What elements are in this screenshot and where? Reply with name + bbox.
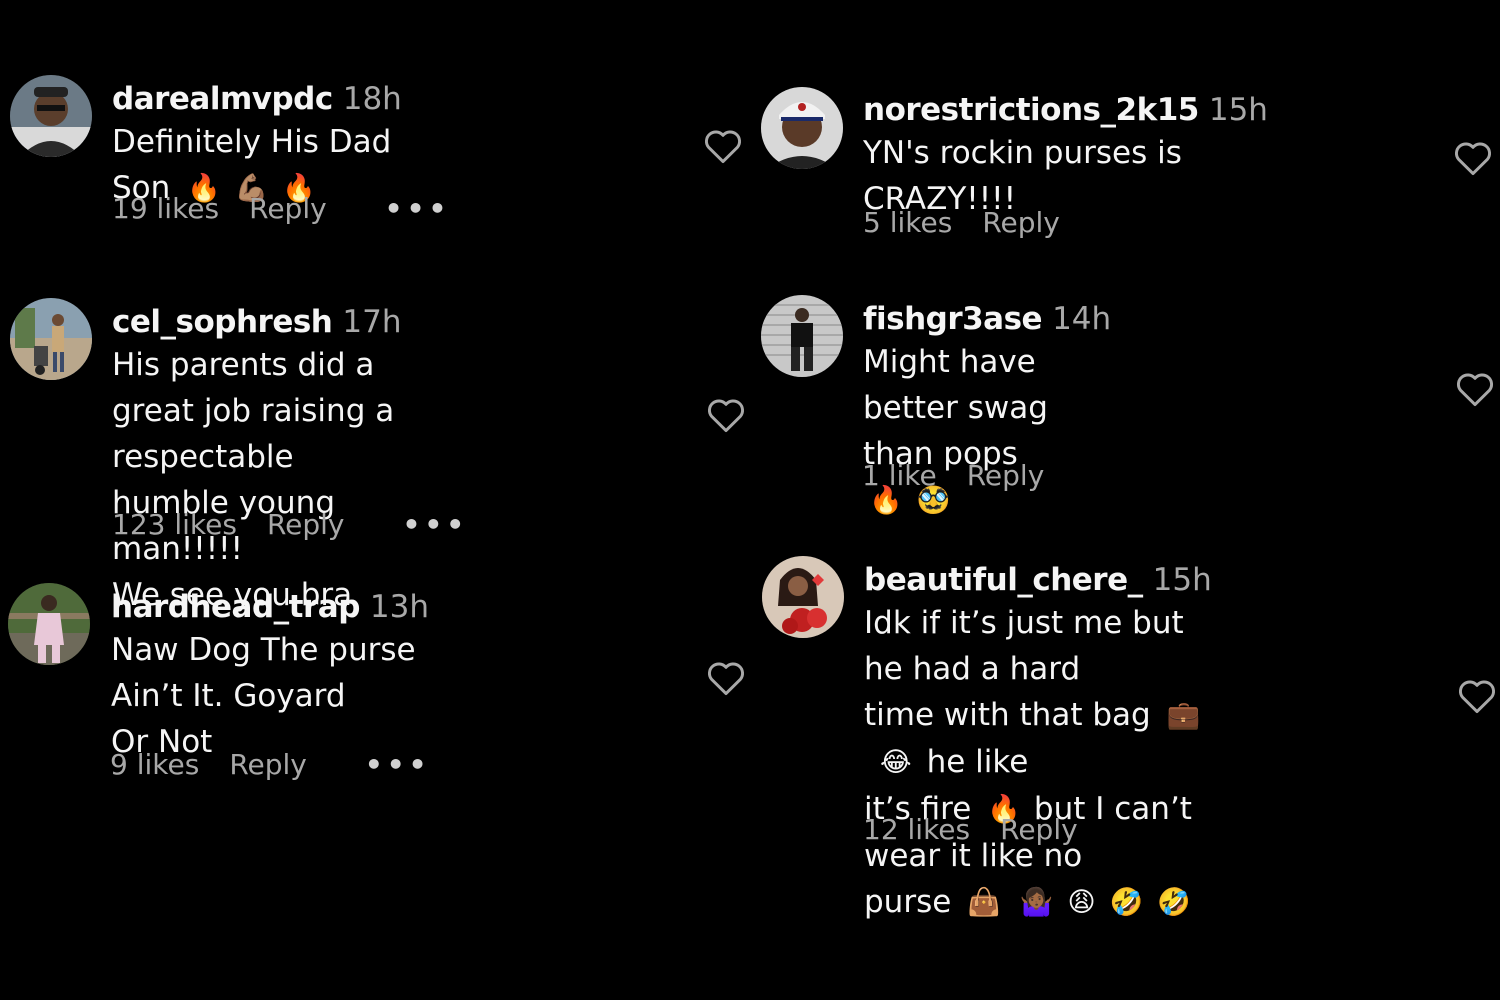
weary-face-emoji: 😩 bbox=[1067, 887, 1096, 918]
heart-outline-icon[interactable] bbox=[1455, 371, 1495, 407]
comment-text: Naw Dog The purse Ain’t It. Goyard Or No… bbox=[111, 627, 429, 765]
comment-meta: 12 likes Reply bbox=[863, 816, 1078, 844]
username[interactable]: hardhead_trap bbox=[111, 589, 360, 625]
comment-text-line: His parents did a great job raising a bbox=[112, 347, 395, 429]
comment-text-line: Idk if it’s just me but he had a hard bbox=[864, 605, 1184, 687]
comment-body: norestrictions_2k15 15h YN's rockin purse… bbox=[863, 95, 1268, 222]
more-options-button[interactable]: ••• bbox=[365, 748, 431, 781]
likes-count[interactable]: 12 likes bbox=[863, 813, 970, 846]
comment-text-line: respectable humble young man!!!!! bbox=[112, 439, 335, 567]
comment-header: norestrictions_2k15 15h bbox=[863, 95, 1268, 126]
heart-outline-icon[interactable] bbox=[703, 128, 743, 164]
avatar[interactable] bbox=[10, 75, 92, 157]
comment-text-segment: purse bbox=[864, 884, 952, 920]
rolling-laughing-emoji: 🤣 bbox=[1109, 887, 1144, 918]
avatar[interactable] bbox=[761, 295, 843, 377]
avatar[interactable] bbox=[10, 298, 92, 380]
timestamp: 18h bbox=[342, 81, 402, 117]
comment-text-segment: time with that bag bbox=[864, 697, 1151, 733]
avatar[interactable] bbox=[8, 583, 90, 665]
username[interactable]: cel_sophresh bbox=[112, 304, 333, 340]
comment-header: hardhead_trap 13h bbox=[111, 592, 429, 623]
comment-text: Might have better swag than pops 🔥 🥸 bbox=[863, 339, 1111, 524]
comment-text: His parents did a great job raising a re… bbox=[112, 342, 401, 618]
comment-text-line: time with that bag 💼 😂 he like bbox=[864, 692, 1212, 786]
likes-count[interactable]: 1 like bbox=[862, 459, 937, 492]
comment-text-line: Might have better swag than pops bbox=[863, 344, 1048, 472]
reply-button[interactable]: Reply bbox=[1000, 813, 1078, 846]
comment-header: fishgr3ase 14h bbox=[863, 304, 1111, 335]
comment-header: beautiful_chere_ 15h bbox=[864, 565, 1212, 596]
comment-meta: 19 likes Reply ••• bbox=[112, 195, 450, 223]
reply-button[interactable]: Reply bbox=[267, 508, 345, 541]
comment-text-segment: he like bbox=[926, 744, 1029, 780]
timestamp: 14h bbox=[1052, 301, 1112, 337]
timestamp: 17h bbox=[342, 304, 402, 340]
timestamp: 15h bbox=[1152, 562, 1212, 598]
likes-count[interactable]: 19 likes bbox=[112, 192, 219, 225]
more-options-button[interactable]: ••• bbox=[402, 508, 468, 541]
comment-body: cel_sophresh 17h His parents did a great … bbox=[112, 307, 401, 618]
heart-outline-icon[interactable] bbox=[1453, 140, 1493, 176]
likes-count[interactable]: 123 likes bbox=[112, 508, 237, 541]
avatar[interactable] bbox=[761, 87, 843, 169]
heart-outline-icon[interactable] bbox=[706, 397, 746, 433]
username[interactable]: beautiful_chere_ bbox=[864, 562, 1143, 598]
comment-text-line: Naw Dog The purse Ain’t It. Goyard bbox=[111, 632, 416, 714]
avatar[interactable] bbox=[762, 556, 844, 638]
timestamp: 13h bbox=[369, 589, 429, 625]
handbag-emoji: 👜 bbox=[967, 887, 1001, 918]
username[interactable]: norestrictions_2k15 bbox=[863, 92, 1199, 128]
rolling-laughing-emoji: 🤣 bbox=[1157, 887, 1191, 918]
username[interactable]: darealmvpdc bbox=[112, 81, 333, 117]
comment-meta: 123 likes Reply ••• bbox=[112, 511, 468, 539]
likes-count[interactable]: 9 likes bbox=[110, 748, 199, 781]
briefcase-emoji: 💼 bbox=[1166, 700, 1201, 731]
comment-text: Idk if it’s just me but he had a hard ti… bbox=[864, 600, 1212, 926]
reply-button[interactable]: Reply bbox=[229, 748, 307, 781]
more-options-button[interactable]: ••• bbox=[385, 192, 451, 225]
comment-meta: 1 like Reply bbox=[862, 462, 1044, 490]
comment-header: cel_sophresh 17h bbox=[112, 307, 401, 338]
reply-button[interactable]: Reply bbox=[967, 459, 1045, 492]
timestamp: 15h bbox=[1208, 92, 1268, 128]
reply-button[interactable]: Reply bbox=[249, 192, 327, 225]
comment-header: darealmvpdc 18h bbox=[112, 84, 402, 115]
tears-of-joy-emoji: 😂 bbox=[880, 747, 912, 778]
comment-text-line: purse 👜 🤷🏾‍♀️ 😩 🤣 🤣 bbox=[864, 879, 1212, 926]
comment-body: beautiful_chere_ 15h Idk if it’s just me … bbox=[864, 565, 1212, 926]
comment-body: hardhead_trap 13h Naw Dog The purse Ain’t… bbox=[111, 592, 429, 765]
comment-meta: 5 likes Reply bbox=[863, 209, 1060, 237]
heart-outline-icon[interactable] bbox=[1457, 678, 1497, 714]
username[interactable]: fishgr3ase bbox=[863, 301, 1043, 337]
comment-meta: 9 likes Reply ••• bbox=[110, 751, 431, 779]
heart-outline-icon[interactable] bbox=[706, 660, 746, 696]
reply-button[interactable]: Reply bbox=[982, 206, 1060, 239]
likes-count[interactable]: 5 likes bbox=[863, 206, 952, 239]
woman-shrugging-emoji: 🤷🏾‍♀️ bbox=[1019, 887, 1054, 918]
